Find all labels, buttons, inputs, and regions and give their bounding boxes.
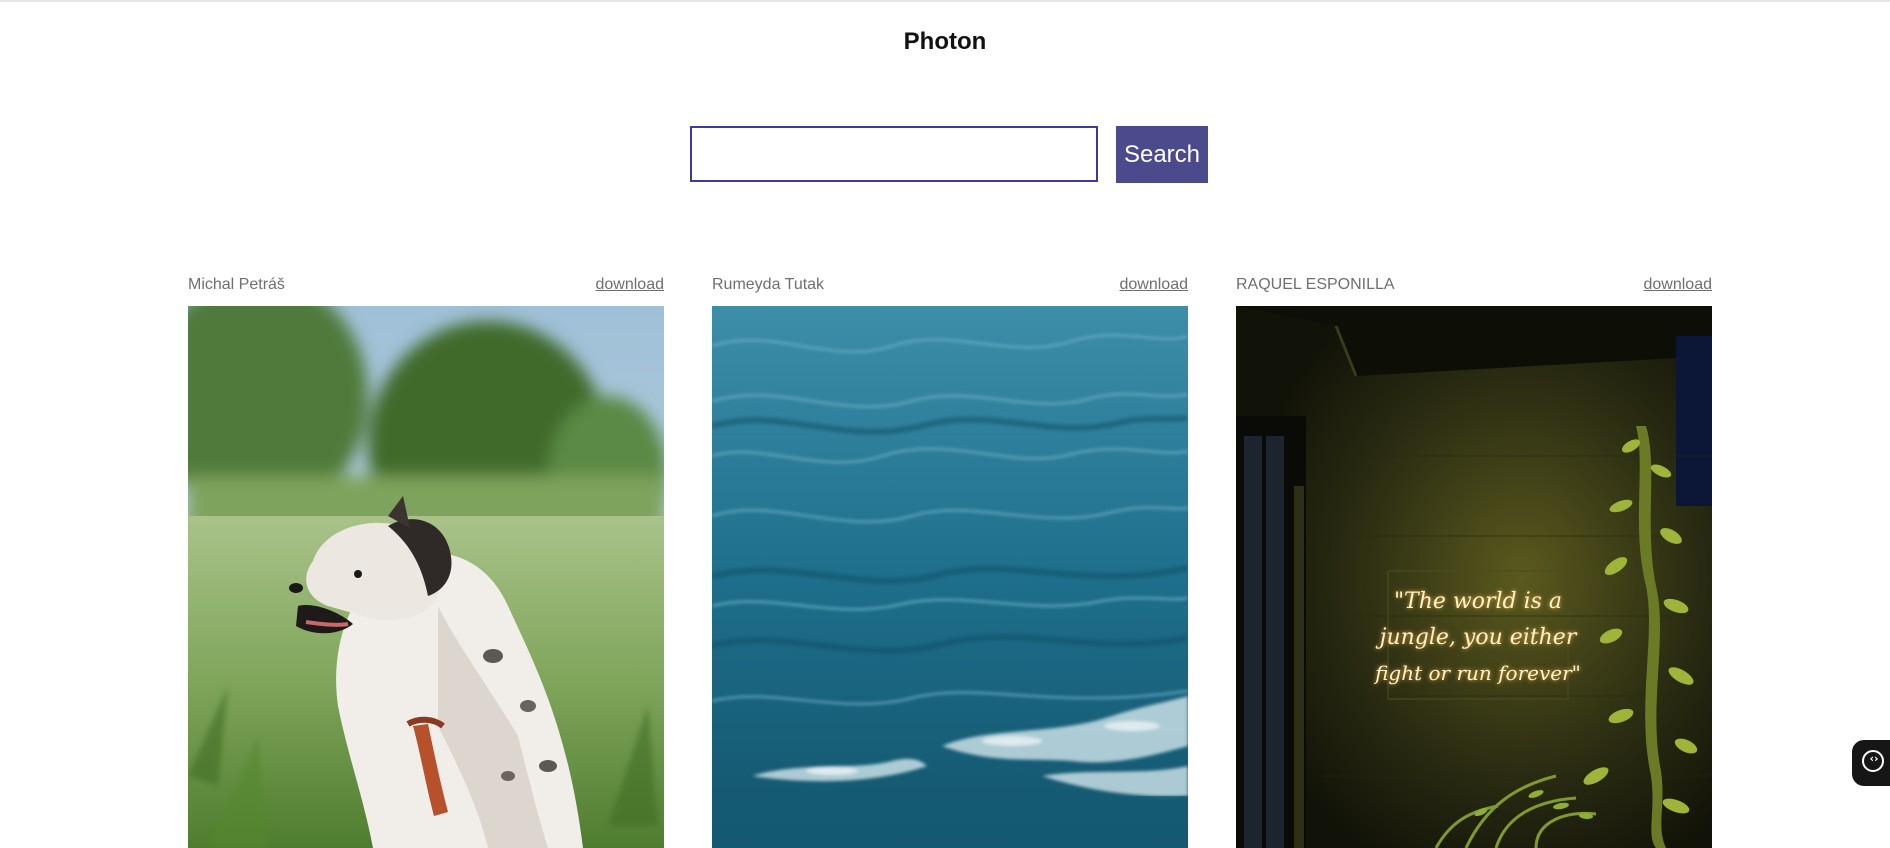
photo-card-header: Michal Petráš download [188,272,664,306]
photo-author: Rumeyda Tutak [712,276,825,293]
dog-photo-illustration [188,306,664,848]
photo-image-dog[interactable] [188,306,664,848]
photo-card: RAQUEL ESPONILLA download "The world is … [1236,272,1712,848]
search-button[interactable]: Search [1116,126,1208,183]
neon-line-3: fight or run forever" [1373,661,1581,685]
code-widget-button[interactable]: ‹› [1852,740,1890,786]
neon-photo-illustration: "The world is a jungle, you either fight… [1236,306,1712,848]
ocean-photo-illustration [712,306,1188,848]
code-brackets-glyph: ‹› [1869,752,1879,765]
top-divider [0,0,1890,2]
neon-line-2: jungle, you either [1375,625,1578,650]
neon-line-1: "The world is a [1394,589,1562,614]
photo-author: RAQUEL ESPONILLA [1236,276,1395,293]
photo-image-neon[interactable]: "The world is a jungle, you either fight… [1236,306,1712,848]
photo-card-header: RAQUEL ESPONILLA download [1236,272,1712,306]
photo-card: Michal Petráš download [188,272,664,848]
photo-card-header: Rumeyda Tutak download [712,272,1188,306]
download-link[interactable]: download [596,276,665,294]
download-link[interactable]: download [1644,276,1713,294]
photo-author: Michal Petráš [188,276,285,293]
photo-image-ocean[interactable] [712,306,1188,848]
download-link[interactable]: download [1120,276,1189,294]
search-input[interactable] [690,126,1098,182]
app-title: Photon [903,28,987,55]
photo-card: Rumeyda Tutak download [712,272,1188,848]
